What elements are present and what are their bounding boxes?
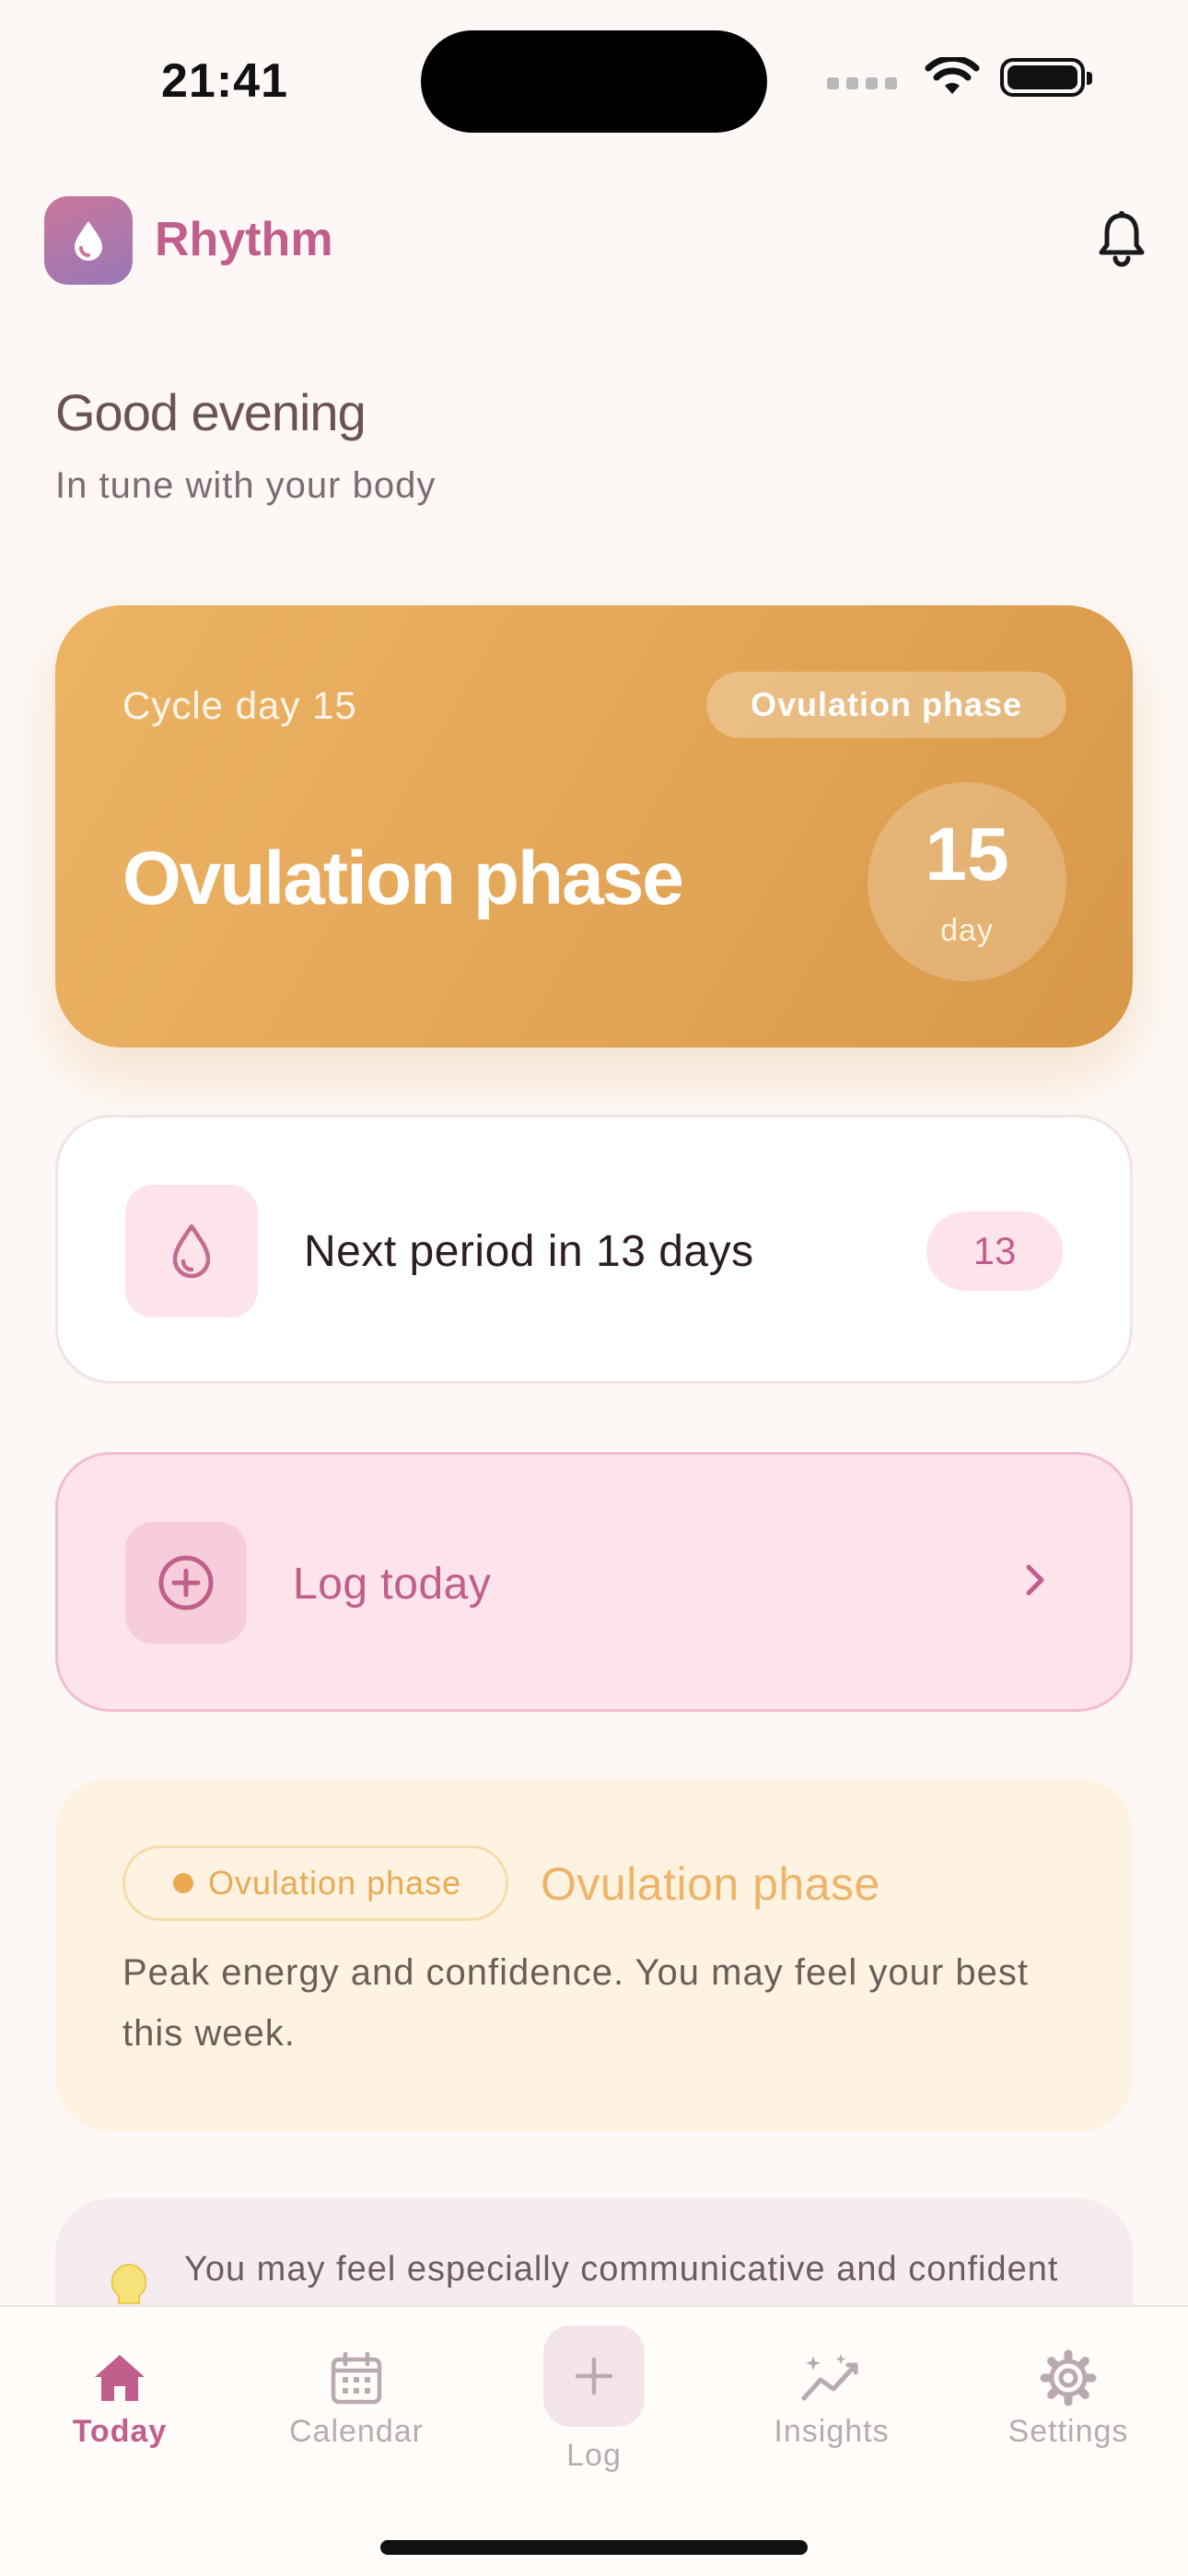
- battery-icon: [1000, 58, 1092, 97]
- phase-info-pill: Ovulation phase: [122, 1845, 509, 1921]
- plus-circle-icon: [158, 1555, 214, 1610]
- next-period-card[interactable]: Next period in 13 days 13: [55, 1115, 1133, 1384]
- log-today-button[interactable]: Log today: [55, 1452, 1133, 1712]
- home-indicator: [380, 2540, 808, 2555]
- tab-log[interactable]: Log: [543, 2325, 645, 2474]
- tab-settings[interactable]: Settings: [967, 2346, 1170, 2450]
- log-icon-box: [125, 1522, 247, 1644]
- gear-icon: [1040, 2349, 1097, 2406]
- home-icon: [95, 2355, 145, 2401]
- notifications-button[interactable]: [1096, 210, 1147, 274]
- screen: 21:41 Rhythm Good evening In tune with y…: [0, 0, 1188, 2576]
- days-remaining-badge: 13: [926, 1212, 1063, 1291]
- log-fab[interactable]: [543, 2325, 645, 2427]
- phase-info-card: Ovulation phase Ovulation phase Peak ene…: [55, 1778, 1133, 2132]
- app-logo: [44, 196, 133, 285]
- tab-insights-label: Insights: [774, 2414, 890, 2449]
- calendar-icon: [331, 2351, 382, 2405]
- wifi-icon: [925, 57, 980, 94]
- tab-today-label: Today: [72, 2414, 168, 2449]
- tab-bar: Today Calendar Log Insights Settings: [0, 2305, 1188, 2576]
- phase-card[interactable]: Cycle day 15 Ovulation phase Ovulation p…: [55, 605, 1133, 1048]
- plus-icon: [575, 2357, 613, 2395]
- status-icons: [827, 57, 1092, 98]
- bell-icon: [1099, 211, 1145, 267]
- log-today-label: Log today: [293, 1560, 492, 1609]
- greeting-title: Good evening: [55, 383, 367, 441]
- tip-text: You may feel especially communicative an…: [184, 2250, 1059, 2289]
- greeting-subtitle: In tune with your body: [55, 465, 437, 506]
- drop-icon: [172, 1224, 211, 1279]
- phase-badge: Ovulation phase: [705, 672, 1066, 738]
- next-period-text: Next period in 13 days: [304, 1227, 754, 1276]
- chevron-right-icon: [1021, 1560, 1049, 1605]
- phase-info-title: Ovulation phase: [541, 1858, 880, 1910]
- cycle-day-unit: day: [940, 913, 994, 948]
- tab-calendar-label: Calendar: [289, 2414, 424, 2449]
- tab-settings-label: Settings: [1007, 2414, 1129, 2449]
- tab-today[interactable]: Today: [18, 2346, 221, 2450]
- dynamic-island: [421, 30, 767, 133]
- status-time: 21:41: [161, 54, 288, 108]
- app-title: Rhythm: [155, 213, 333, 266]
- cycle-day-number: 15: [925, 813, 1009, 896]
- tab-calendar[interactable]: Calendar: [255, 2346, 458, 2450]
- cycle-day-circle: 15 day: [868, 782, 1066, 981]
- phase-info-description: Peak energy and confidence. You may feel…: [122, 1952, 1029, 2054]
- insights-icon: [801, 2354, 858, 2401]
- tab-log-label: Log: [566, 2438, 622, 2473]
- phase-dot-icon: [173, 1873, 193, 1893]
- phase-info-pill-label: Ovulation phase: [208, 1864, 462, 1902]
- cellular-signal-icon: [827, 76, 897, 89]
- cycle-day-label: Cycle day 15: [122, 684, 357, 727]
- phase-title: Ovulation phase: [122, 837, 684, 920]
- next-period-icon-box: [125, 1185, 258, 1317]
- drop-icon: [75, 221, 102, 261]
- tab-insights[interactable]: Insights: [730, 2346, 933, 2450]
